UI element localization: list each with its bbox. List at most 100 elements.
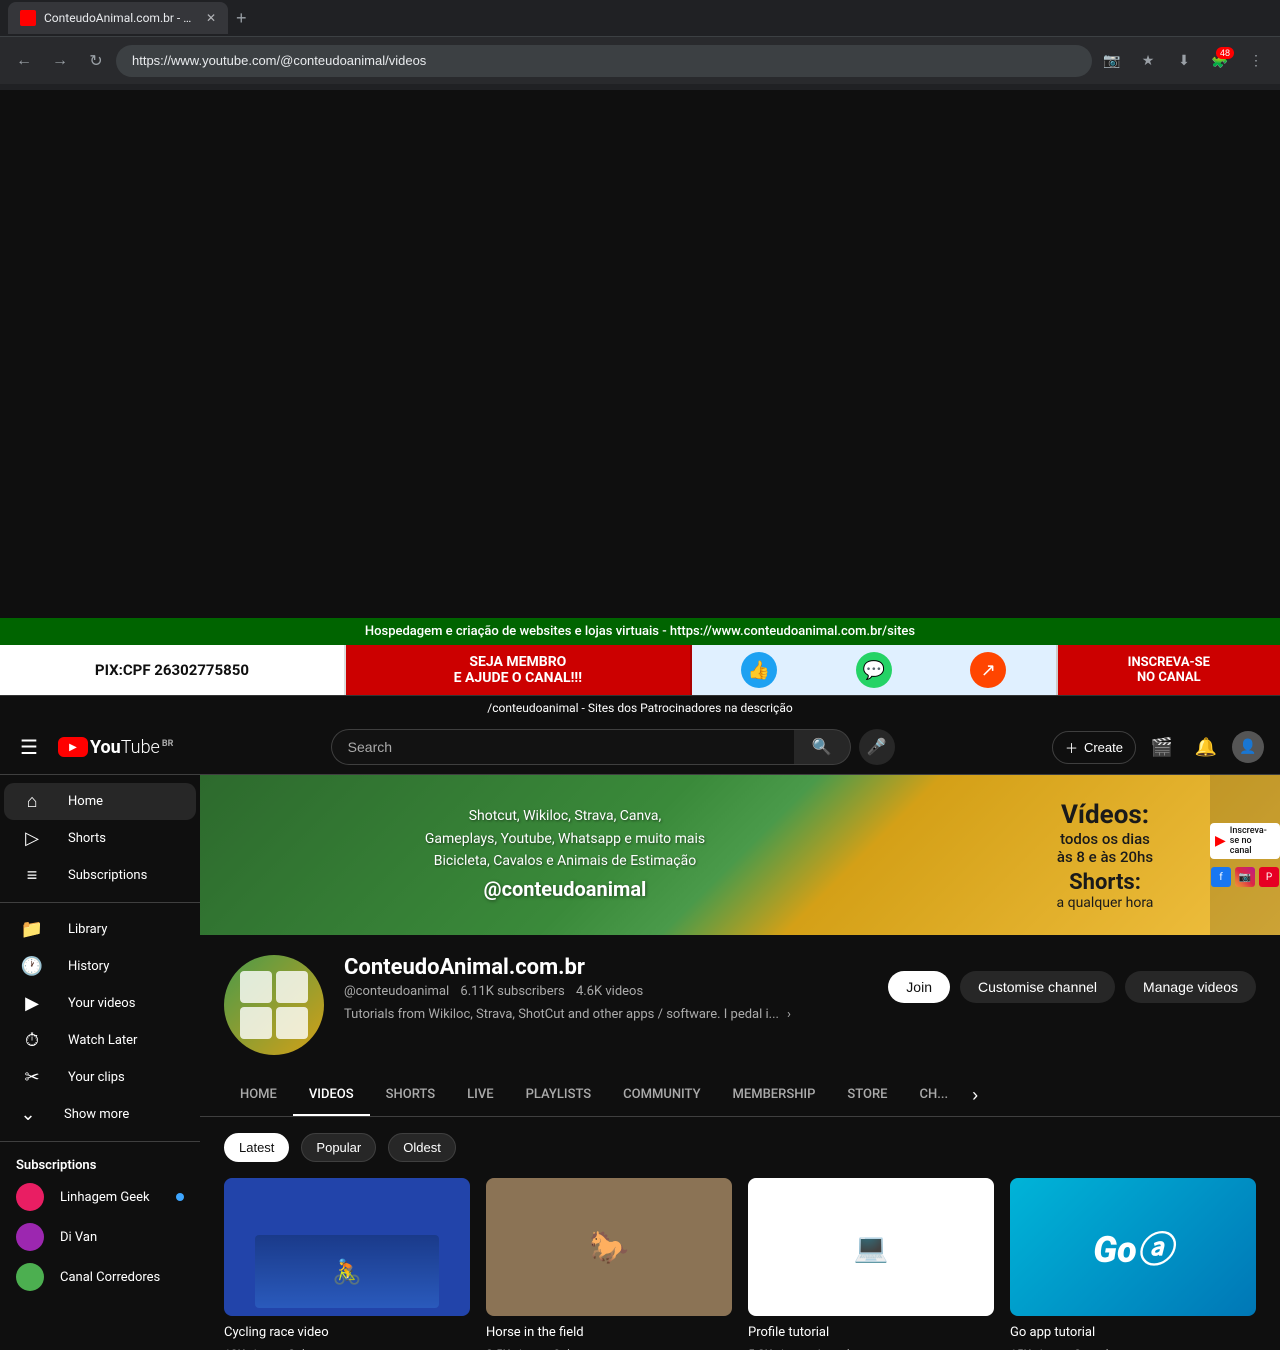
search-input[interactable]: [331, 729, 794, 765]
sidebar-item-shorts[interactable]: ▷ Shorts: [4, 820, 196, 857]
yt-icon-small: ▶: [1215, 833, 1226, 849]
create-button[interactable]: ＋ Create: [1052, 731, 1136, 764]
sidebar-item-watch-later[interactable]: ⏱ Watch Later: [4, 1022, 196, 1059]
sidebar-item-library[interactable]: 📁 Library: [4, 911, 196, 948]
subscription-item-canal-corredores[interactable]: Canal Corredores: [0, 1257, 200, 1297]
tab-playlists[interactable]: PLAYLISTS: [510, 1075, 608, 1116]
tab-store[interactable]: STORE: [831, 1075, 903, 1116]
tab-more[interactable]: CH...: [904, 1075, 965, 1116]
video-card-3[interactable]: 💻 Profile tutorial 5.2K views • 1 week a…: [748, 1178, 994, 1350]
banner-pix: PIX:CPF 26302775850: [0, 645, 346, 695]
channel-tabs: HOME VIDEOS SHORTS LIVE PLAYLISTS COMMUN…: [200, 1075, 1280, 1117]
banner-text-content: Shotcut, Wikiloc, Strava, Canva, Gamepla…: [425, 805, 705, 904]
tab-community[interactable]: COMMUNITY: [607, 1075, 716, 1116]
tab-shorts[interactable]: SHORTS: [370, 1075, 452, 1116]
manage-videos-button[interactable]: Manage videos: [1125, 971, 1256, 1003]
bottom-banner-row: PIX:CPF 26302775850 SEJA MEMBRO E AJUDE …: [0, 645, 1280, 695]
menu-icon[interactable]: ⋮: [1240, 45, 1272, 77]
address-bar[interactable]: [116, 45, 1092, 77]
channel-meta: @conteudoanimal 6.11K subscribers 4.6K v…: [344, 984, 868, 999]
subscription-item-linhagem-geek[interactable]: Linhagem Geek: [0, 1177, 200, 1217]
tab-favicon: [20, 10, 36, 26]
tab-live[interactable]: LIVE: [451, 1075, 509, 1116]
sidebar-item-subscriptions[interactable]: ≡ Subscriptions: [4, 857, 196, 894]
search-form: 🔍: [331, 729, 851, 765]
comment-icon[interactable]: 💬: [856, 652, 892, 688]
youtube-main-layout: ⌂ Home ▷ Shorts ≡ Subscriptions 📁 Librar…: [0, 775, 1280, 1350]
library-icon: 📁: [20, 919, 44, 940]
video-card-2[interactable]: 🐎 Horse in the field 8.5K views • 3 days…: [486, 1178, 732, 1350]
filter-popular-button[interactable]: Popular: [301, 1133, 376, 1162]
notifications-button[interactable]: 🔔: [1188, 729, 1224, 765]
extensions-icon[interactable]: 🧩 48: [1204, 45, 1236, 77]
banner-line2: Gameplays, Youtube, Whatsapp e muito mai…: [425, 828, 705, 850]
yt-studio-icon[interactable]: 🎬: [1144, 729, 1180, 765]
video-card-4[interactable]: Goⓐ Go app tutorial 15K views • 2 weeks …: [1010, 1178, 1256, 1350]
tabs-scroll-right-button[interactable]: ›: [964, 1081, 986, 1110]
forward-button[interactable]: →: [44, 45, 76, 77]
hamburger-menu-button[interactable]: ☰: [16, 731, 42, 764]
sub-avatar-di-van: [16, 1223, 44, 1251]
video-grid: 🚴 Cycling race video 12K views • 2 days …: [200, 1178, 1280, 1350]
videos-count: 4.6K videos: [576, 984, 643, 999]
share-icon[interactable]: ↗: [970, 652, 1006, 688]
home-icon: ⌂: [20, 791, 44, 812]
banner-inscreva[interactable]: INSCREVA-SE NO CANAL: [1058, 645, 1280, 695]
tab-close-button[interactable]: ✕: [206, 11, 216, 25]
video-meta-1: 12K views • 2 days ago: [224, 1347, 470, 1350]
filter-latest-button[interactable]: Latest: [224, 1133, 289, 1162]
bookmark-icon[interactable]: ★: [1132, 45, 1164, 77]
show-more-button[interactable]: ⌄ Show more: [0, 1096, 200, 1133]
instagram-icon[interactable]: 📷: [1235, 867, 1255, 887]
sidebar-item-history[interactable]: 🕐 History: [4, 948, 196, 985]
tab-title: ConteudoAnimal.com.br - You: [44, 11, 198, 25]
video-thumbnail-3: 💻: [748, 1178, 994, 1316]
description-expand-icon[interactable]: ›: [787, 1007, 791, 1022]
video-card-1[interactable]: 🚴 Cycling race video 12K views • 2 days …: [224, 1178, 470, 1350]
refresh-button[interactable]: ↻: [80, 45, 112, 77]
join-button[interactable]: Join: [888, 971, 950, 1003]
youtube-logo[interactable]: YouTubeBR: [58, 737, 173, 758]
banner-videos-label: Vídeos:: [1061, 800, 1149, 830]
social-icons: f 📷 P: [1211, 867, 1279, 887]
history-icon: 🕐: [20, 956, 44, 977]
header-center: 🔍 🎤: [189, 729, 1036, 765]
tab-home[interactable]: HOME: [224, 1075, 293, 1116]
sidebar-divider-2: [0, 1141, 200, 1142]
search-button[interactable]: 🔍: [794, 729, 851, 765]
new-tab-button[interactable]: +: [228, 8, 255, 29]
go-logo: Goⓐ: [1093, 1221, 1172, 1273]
user-avatar[interactable]: 👤: [1232, 731, 1264, 763]
channel-description: Tutorials from Wikiloc, Strava, ShotCut …: [344, 1007, 868, 1022]
sidebar-item-your-clips[interactable]: ✂ Your clips: [4, 1059, 196, 1096]
sidebar-item-your-videos[interactable]: ▶ Your videos: [4, 985, 196, 1022]
download-icon[interactable]: ⬇: [1168, 45, 1200, 77]
tab-bar: ConteudoAnimal.com.br - You ✕ +: [0, 0, 1280, 36]
customise-channel-button[interactable]: Customise channel: [960, 971, 1115, 1003]
screenshot-icon[interactable]: 📷: [1096, 45, 1128, 77]
tab-membership[interactable]: MEMBERSHIP: [717, 1075, 832, 1116]
subscription-item-di-van[interactable]: Di Van: [0, 1217, 200, 1257]
filter-oldest-button[interactable]: Oldest: [388, 1133, 456, 1162]
video-thumbnail-1: 🚴: [224, 1178, 470, 1316]
header-right: ＋ Create 🎬 🔔 👤: [1052, 729, 1264, 765]
pinterest-icon[interactable]: P: [1259, 867, 1279, 887]
channel-avatar: [224, 955, 324, 1055]
sub-avatar-canal-corredores: [16, 1263, 44, 1291]
banner-shorts-sub: a qualquer hora: [1057, 895, 1154, 911]
bottom-banner-desc: /conteudoanimal - Sites dos Patrocinador…: [0, 695, 1280, 720]
tab-videos[interactable]: VIDEOS: [293, 1075, 370, 1116]
back-button[interactable]: ←: [8, 45, 40, 77]
subscribe-button-banner[interactable]: ▶ Inscreva-se no canal: [1210, 823, 1280, 859]
facebook-icon[interactable]: f: [1211, 867, 1231, 887]
inscreva-text: INSCREVA-SE NO CANAL: [1128, 655, 1210, 685]
banner-schedule2: às 8 e às 20hs: [1057, 848, 1153, 866]
voice-search-button[interactable]: 🎤: [859, 729, 895, 765]
sidebar-item-home[interactable]: ⌂ Home: [4, 783, 196, 820]
like-icon[interactable]: 👍: [741, 652, 777, 688]
subscriptions-section-title: Subscriptions: [0, 1150, 200, 1177]
active-tab[interactable]: ConteudoAnimal.com.br - You ✕: [8, 2, 228, 34]
banner-interaction-icons: 👍 💬 ↗: [692, 645, 1058, 695]
channel-banner: Shotcut, Wikiloc, Strava, Canva, Gamepla…: [200, 775, 1280, 935]
banner-membro[interactable]: SEJA MEMBRO E AJUDE O CANAL!!!: [346, 645, 692, 695]
